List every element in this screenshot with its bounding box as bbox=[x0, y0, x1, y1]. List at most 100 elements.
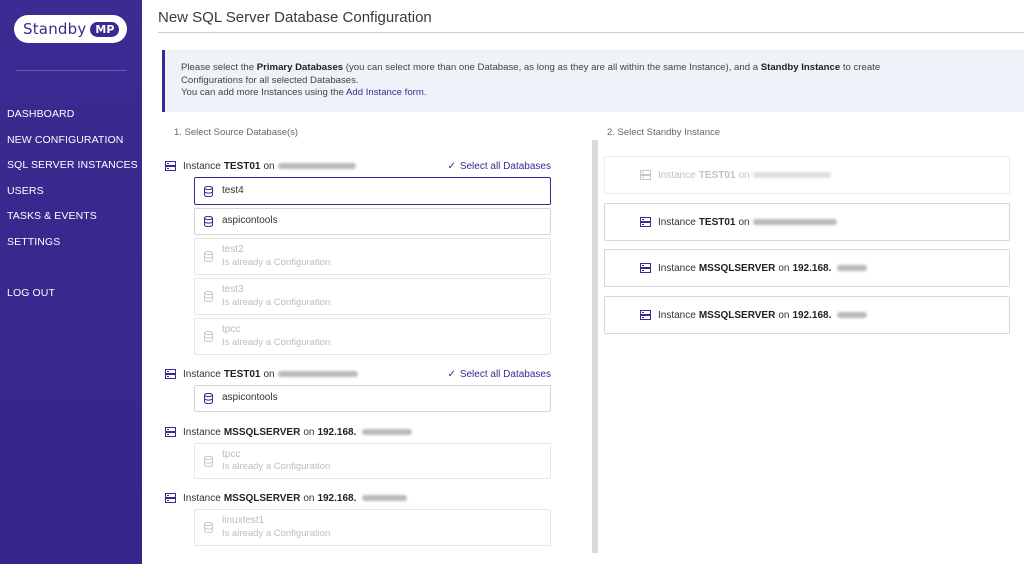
redacted-host bbox=[837, 312, 868, 318]
server-icon bbox=[640, 310, 651, 320]
on-word: on bbox=[738, 169, 750, 181]
database-name: linuxtest1 bbox=[222, 515, 265, 526]
source-instance-header: Instance TEST01 on ✓ Select all Database… bbox=[165, 367, 551, 381]
select-all-label: Select all Databases bbox=[459, 160, 551, 172]
instance-word: Instance bbox=[658, 216, 696, 228]
database-card-disabled: tpcc Is already a Configuration bbox=[194, 318, 551, 355]
database-name: test4 bbox=[222, 184, 244, 196]
instance-word: Instance bbox=[183, 368, 221, 380]
sidebar-item-sql-server-instances[interactable]: SQL SERVER INSTANCES bbox=[7, 159, 142, 185]
on-word: on bbox=[738, 216, 750, 228]
database-icon bbox=[204, 291, 213, 302]
redacted-host bbox=[837, 265, 868, 271]
on-word: on bbox=[778, 262, 790, 274]
database-card-disabled: tpcc Is already a Configuration bbox=[194, 443, 551, 479]
database-card[interactable]: aspicontools bbox=[194, 208, 551, 235]
database-card[interactable]: test4 bbox=[194, 177, 551, 205]
already-configuration-note: Is already a Configuration bbox=[222, 336, 331, 348]
info-bold-primary: Primary Databases bbox=[256, 62, 344, 73]
on-word: on bbox=[778, 309, 790, 321]
info-line-2: Configurations for all selected Database… bbox=[181, 74, 359, 86]
standby-section-label: 2. Select Standby Instance bbox=[607, 127, 721, 138]
redacted-host bbox=[277, 371, 358, 377]
source-section-label: 1. Select Source Database(s) bbox=[174, 127, 299, 138]
info-line-3: You can add more Instances using the Add… bbox=[181, 87, 1008, 100]
info-text: You can add more Instances using the bbox=[181, 87, 346, 99]
instance-word: Instance bbox=[658, 309, 696, 321]
instance-name: TEST01 bbox=[223, 368, 261, 380]
redacted-host bbox=[752, 172, 831, 178]
server-icon bbox=[640, 170, 651, 180]
already-configuration-note: Is already a Configuration bbox=[222, 296, 331, 308]
server-icon bbox=[165, 427, 176, 437]
database-text: tpcc Is already a Configuration bbox=[222, 324, 330, 349]
select-all-databases-link[interactable]: ✓ Select all Databases bbox=[447, 161, 551, 172]
on-word: on bbox=[263, 368, 275, 380]
database-card[interactable]: aspicontools bbox=[194, 385, 551, 412]
info-box: Please select the Primary Databases (you… bbox=[162, 50, 1024, 112]
source-instance-header: Instance MSSQLSERVER on 192.168. bbox=[165, 491, 551, 505]
sidebar-nav: DASHBOARD NEW CONFIGURATION SQL SERVER I… bbox=[7, 108, 142, 313]
add-instance-link[interactable]: Add Instance form bbox=[346, 87, 424, 98]
already-configuration-note: Is already a Configuration bbox=[222, 256, 331, 268]
on-word: on bbox=[263, 160, 275, 172]
sidebar-item-tasks-events[interactable]: TASKS & EVENTS bbox=[7, 210, 142, 236]
sidebar-item-logout[interactable]: LOG OUT bbox=[7, 287, 142, 313]
standby-instance-card[interactable]: Instance TEST01 on bbox=[604, 203, 1010, 241]
select-all-databases-link[interactable]: ✓ Select all Databases bbox=[447, 369, 551, 380]
redacted-host bbox=[362, 429, 413, 435]
redacted-host bbox=[277, 163, 356, 169]
sidebar-item-dashboard[interactable]: DASHBOARD bbox=[7, 108, 142, 134]
server-icon bbox=[165, 161, 176, 171]
database-name: aspicontools bbox=[222, 392, 278, 404]
sidebar-divider bbox=[16, 70, 127, 71]
logo[interactable]: Standby MP bbox=[14, 15, 127, 43]
sidebar-item-users[interactable]: USERS bbox=[7, 185, 142, 211]
standby-instance-card[interactable]: Instance MSSQLSERVER on 192.168. bbox=[604, 249, 1010, 287]
info-text: . bbox=[423, 87, 427, 99]
database-name: tpcc bbox=[222, 448, 241, 460]
already-configuration-note: Is already a Configuration bbox=[222, 527, 331, 539]
already-configuration-note: Is already a Configuration bbox=[222, 461, 331, 472]
database-text: tpcc Is already a Configuration bbox=[222, 449, 330, 474]
database-text: test3 Is already a Configuration bbox=[222, 284, 330, 309]
info-text: (you can select more than one Database, … bbox=[343, 62, 761, 73]
instance-host: 192.168. bbox=[317, 492, 357, 504]
instance-word: Instance bbox=[183, 426, 221, 438]
standby-instance-card[interactable]: Instance MSSQLSERVER on 192.168. bbox=[604, 296, 1010, 334]
logo-badge: MP bbox=[90, 21, 120, 37]
database-icon bbox=[204, 455, 213, 467]
column-scrollbar[interactable] bbox=[592, 140, 598, 553]
database-text: test2 Is already a Configuration bbox=[222, 244, 330, 269]
instance-name: MSSQLSERVER bbox=[223, 492, 301, 504]
select-all-label: Select all Databases bbox=[459, 368, 551, 380]
instance-name: MSSQLSERVER bbox=[698, 309, 776, 321]
database-icon bbox=[204, 216, 213, 227]
instance-word: Instance bbox=[183, 160, 221, 172]
instance-name: MSSQLSERVER bbox=[223, 426, 301, 438]
sidebar: Standby MP DASHBOARD NEW CONFIGURATION S… bbox=[0, 0, 142, 564]
source-instance-header: Instance TEST01 on ✓ Select all Database… bbox=[165, 159, 551, 173]
database-card-disabled: test2 Is already a Configuration bbox=[194, 238, 551, 275]
instance-host: 192.168. bbox=[792, 262, 832, 274]
database-card-disabled: linuxtest1 Is already a Configuration bbox=[194, 509, 551, 546]
info-text: Please select the bbox=[181, 62, 257, 73]
instance-name: TEST01 bbox=[223, 160, 261, 172]
title-divider bbox=[158, 32, 1024, 33]
redacted-host bbox=[362, 495, 408, 501]
database-name: aspicontools bbox=[222, 215, 278, 227]
instance-host: 192.168. bbox=[317, 426, 357, 438]
instance-word: Instance bbox=[183, 492, 221, 504]
check-icon: ✓ bbox=[447, 368, 456, 380]
database-icon bbox=[204, 251, 213, 262]
source-instance-header: Instance MSSQLSERVER on 192.168. bbox=[165, 425, 551, 439]
instance-word: Instance bbox=[658, 169, 696, 181]
info-line-1: Please select the Primary Databases (you… bbox=[181, 62, 1008, 75]
database-icon bbox=[204, 393, 213, 404]
sidebar-item-new-configuration[interactable]: NEW CONFIGURATION bbox=[7, 134, 142, 160]
database-card-disabled: test3 Is already a Configuration bbox=[194, 278, 551, 315]
server-icon bbox=[165, 369, 176, 379]
database-icon bbox=[204, 185, 213, 197]
on-word: on bbox=[303, 426, 315, 438]
sidebar-item-settings[interactable]: SETTINGS bbox=[7, 236, 142, 262]
